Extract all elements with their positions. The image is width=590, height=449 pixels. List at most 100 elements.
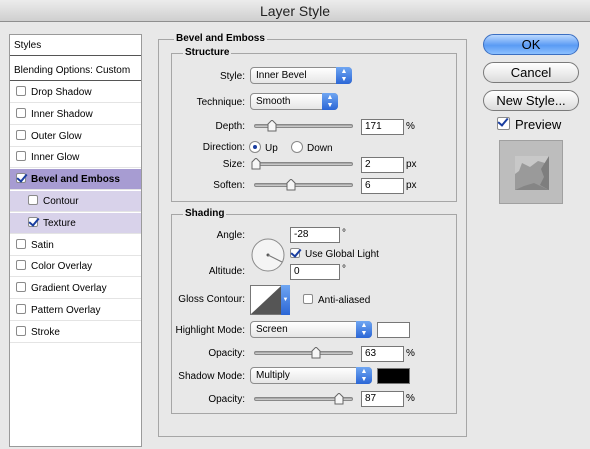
checkbox-icon[interactable]: [497, 117, 510, 130]
blending-options-item[interactable]: Blending Options: Custom: [10, 60, 141, 81]
soften-unit: px: [406, 180, 417, 191]
slider-thumb-icon[interactable]: [286, 179, 296, 191]
radio-button-icon[interactable]: [249, 141, 261, 153]
angle-label: Angle:: [216, 230, 245, 241]
style-item-label: Inner Shadow: [31, 108, 93, 120]
checkbox-icon[interactable]: [16, 173, 26, 184]
use-global-light-label: Use Global Light: [305, 249, 379, 260]
soften-input[interactable]: 6: [361, 178, 404, 194]
slider-thumb-icon[interactable]: [334, 393, 344, 405]
radio-button-icon[interactable]: [291, 141, 303, 153]
altitude-label: Altitude:: [208, 266, 245, 277]
updown-arrow-icon: ▲ ▼: [356, 321, 372, 338]
new-style-button[interactable]: New Style...: [483, 90, 579, 111]
soften-label: Soften:: [213, 180, 245, 191]
shadow-opacity-slider[interactable]: [254, 393, 353, 405]
style-item-label: Bevel and Emboss: [31, 174, 120, 186]
style-item-label: Contour: [43, 196, 79, 207]
window-title: Layer Style: [0, 0, 590, 22]
checkbox-icon[interactable]: [290, 248, 300, 258]
checkbox-icon[interactable]: [16, 86, 26, 96]
slider-thumb-icon[interactable]: [311, 347, 321, 359]
bevel-emboss-title: Bevel and Emboss: [174, 33, 267, 44]
style-item-satin[interactable]: Satin: [10, 235, 141, 256]
style-select[interactable]: Inner Bevel ▲ ▼: [250, 67, 352, 84]
chevron-down-icon[interactable]: ▼: [281, 285, 290, 315]
altitude-unit: °: [342, 264, 346, 275]
styles-header[interactable]: Styles: [10, 35, 141, 56]
shadow-opacity-label: Opacity:: [208, 394, 245, 405]
highlight-color-swatch[interactable]: [377, 322, 410, 338]
altitude-input[interactable]: 0: [290, 264, 340, 280]
checkbox-icon[interactable]: [16, 304, 26, 314]
highlight-mode-select[interactable]: Screen ▲ ▼: [250, 321, 372, 338]
depth-input[interactable]: 171: [361, 119, 404, 135]
style-value: Inner Bevel: [256, 70, 307, 81]
style-item-label: Pattern Overlay: [31, 305, 101, 316]
style-item-label: Satin: [31, 239, 54, 251]
checkbox-icon[interactable]: [303, 294, 313, 304]
cancel-button[interactable]: Cancel: [483, 62, 579, 83]
style-item-pattern-overlay[interactable]: Pattern Overlay: [10, 300, 141, 321]
checkbox-icon[interactable]: [16, 325, 26, 336]
style-item-color-overlay[interactable]: Color Overlay: [10, 256, 141, 278]
style-item-contour[interactable]: Contour: [10, 191, 141, 212]
preview-label: Preview: [515, 117, 562, 132]
direction-up-label: Up: [265, 143, 278, 154]
direction-down-label: Down: [307, 143, 333, 154]
style-item-stroke[interactable]: Stroke: [10, 322, 141, 343]
angle-dial-icon[interactable]: [250, 237, 286, 273]
highlight-opacity-slider[interactable]: [254, 347, 353, 359]
shadow-opacity-input[interactable]: 87: [361, 391, 404, 407]
technique-select[interactable]: Smooth ▲ ▼: [250, 93, 338, 110]
checkbox-icon[interactable]: [16, 282, 26, 293]
size-input[interactable]: 2: [361, 157, 404, 173]
size-slider[interactable]: [251, 158, 353, 170]
style-item-outer-glow[interactable]: Outer Glow: [10, 126, 141, 147]
shadow-mode-select[interactable]: Multiply ▲ ▼: [250, 367, 372, 384]
checkbox-icon[interactable]: [28, 216, 38, 227]
shading-title: Shading: [183, 208, 227, 219]
structure-title: Structure: [183, 47, 232, 58]
angle-input[interactable]: -28: [290, 227, 340, 243]
updown-arrow-icon: ▲ ▼: [336, 67, 352, 84]
checkbox-icon[interactable]: [16, 238, 26, 249]
anti-aliased-option[interactable]: Anti-aliased: [303, 294, 370, 306]
depth-slider[interactable]: [254, 120, 353, 132]
style-item-inner-glow[interactable]: Inner Glow: [10, 147, 141, 169]
checkbox-icon[interactable]: [16, 129, 26, 140]
direction-up-option[interactable]: Up: [249, 141, 278, 154]
contour-curve-icon: [250, 285, 282, 315]
style-item-bevel-and-emboss[interactable]: Bevel and Emboss: [10, 169, 141, 191]
gloss-contour-picker[interactable]: ▼: [250, 285, 290, 315]
slider-thumb-icon[interactable]: [251, 158, 261, 170]
style-item-inner-shadow[interactable]: Inner Shadow: [10, 104, 141, 125]
depth-label: Depth:: [215, 121, 245, 132]
use-global-light-option[interactable]: Use Global Light: [290, 248, 379, 260]
style-preview-thumbnail: [499, 140, 563, 204]
style-item-drop-shadow[interactable]: Drop Shadow: [10, 82, 141, 103]
shadow-color-swatch[interactable]: [377, 368, 410, 384]
preview-swatch-icon: [515, 156, 549, 190]
highlight-opacity-input[interactable]: 63: [361, 346, 404, 362]
slider-thumb-icon[interactable]: [267, 120, 277, 132]
direction-down-option[interactable]: Down: [291, 141, 333, 154]
style-item-texture[interactable]: Texture: [10, 212, 141, 234]
styles-list: Styles Blending Options: Custom Drop Sha…: [9, 34, 142, 447]
style-item-label: Outer Glow: [31, 130, 82, 142]
highlight-opacity-unit: %: [406, 348, 415, 359]
style-item-label: Drop Shadow: [31, 87, 92, 98]
highlight-mode-label: Highlight Mode:: [175, 325, 245, 336]
highlight-opacity-label: Opacity:: [208, 348, 245, 359]
checkbox-icon[interactable]: [16, 260, 26, 271]
checkbox-icon[interactable]: [16, 107, 26, 118]
soften-slider[interactable]: [254, 179, 353, 191]
checkbox-icon[interactable]: [28, 195, 38, 205]
updown-arrow-icon: ▲ ▼: [322, 93, 338, 110]
gloss-contour-label: Gloss Contour:: [178, 294, 245, 305]
preview-option[interactable]: Preview: [497, 117, 561, 132]
direction-label: Direction:: [202, 142, 245, 153]
style-item-gradient-overlay[interactable]: Gradient Overlay: [10, 278, 141, 300]
checkbox-icon[interactable]: [16, 151, 26, 162]
ok-button[interactable]: OK: [483, 34, 579, 55]
